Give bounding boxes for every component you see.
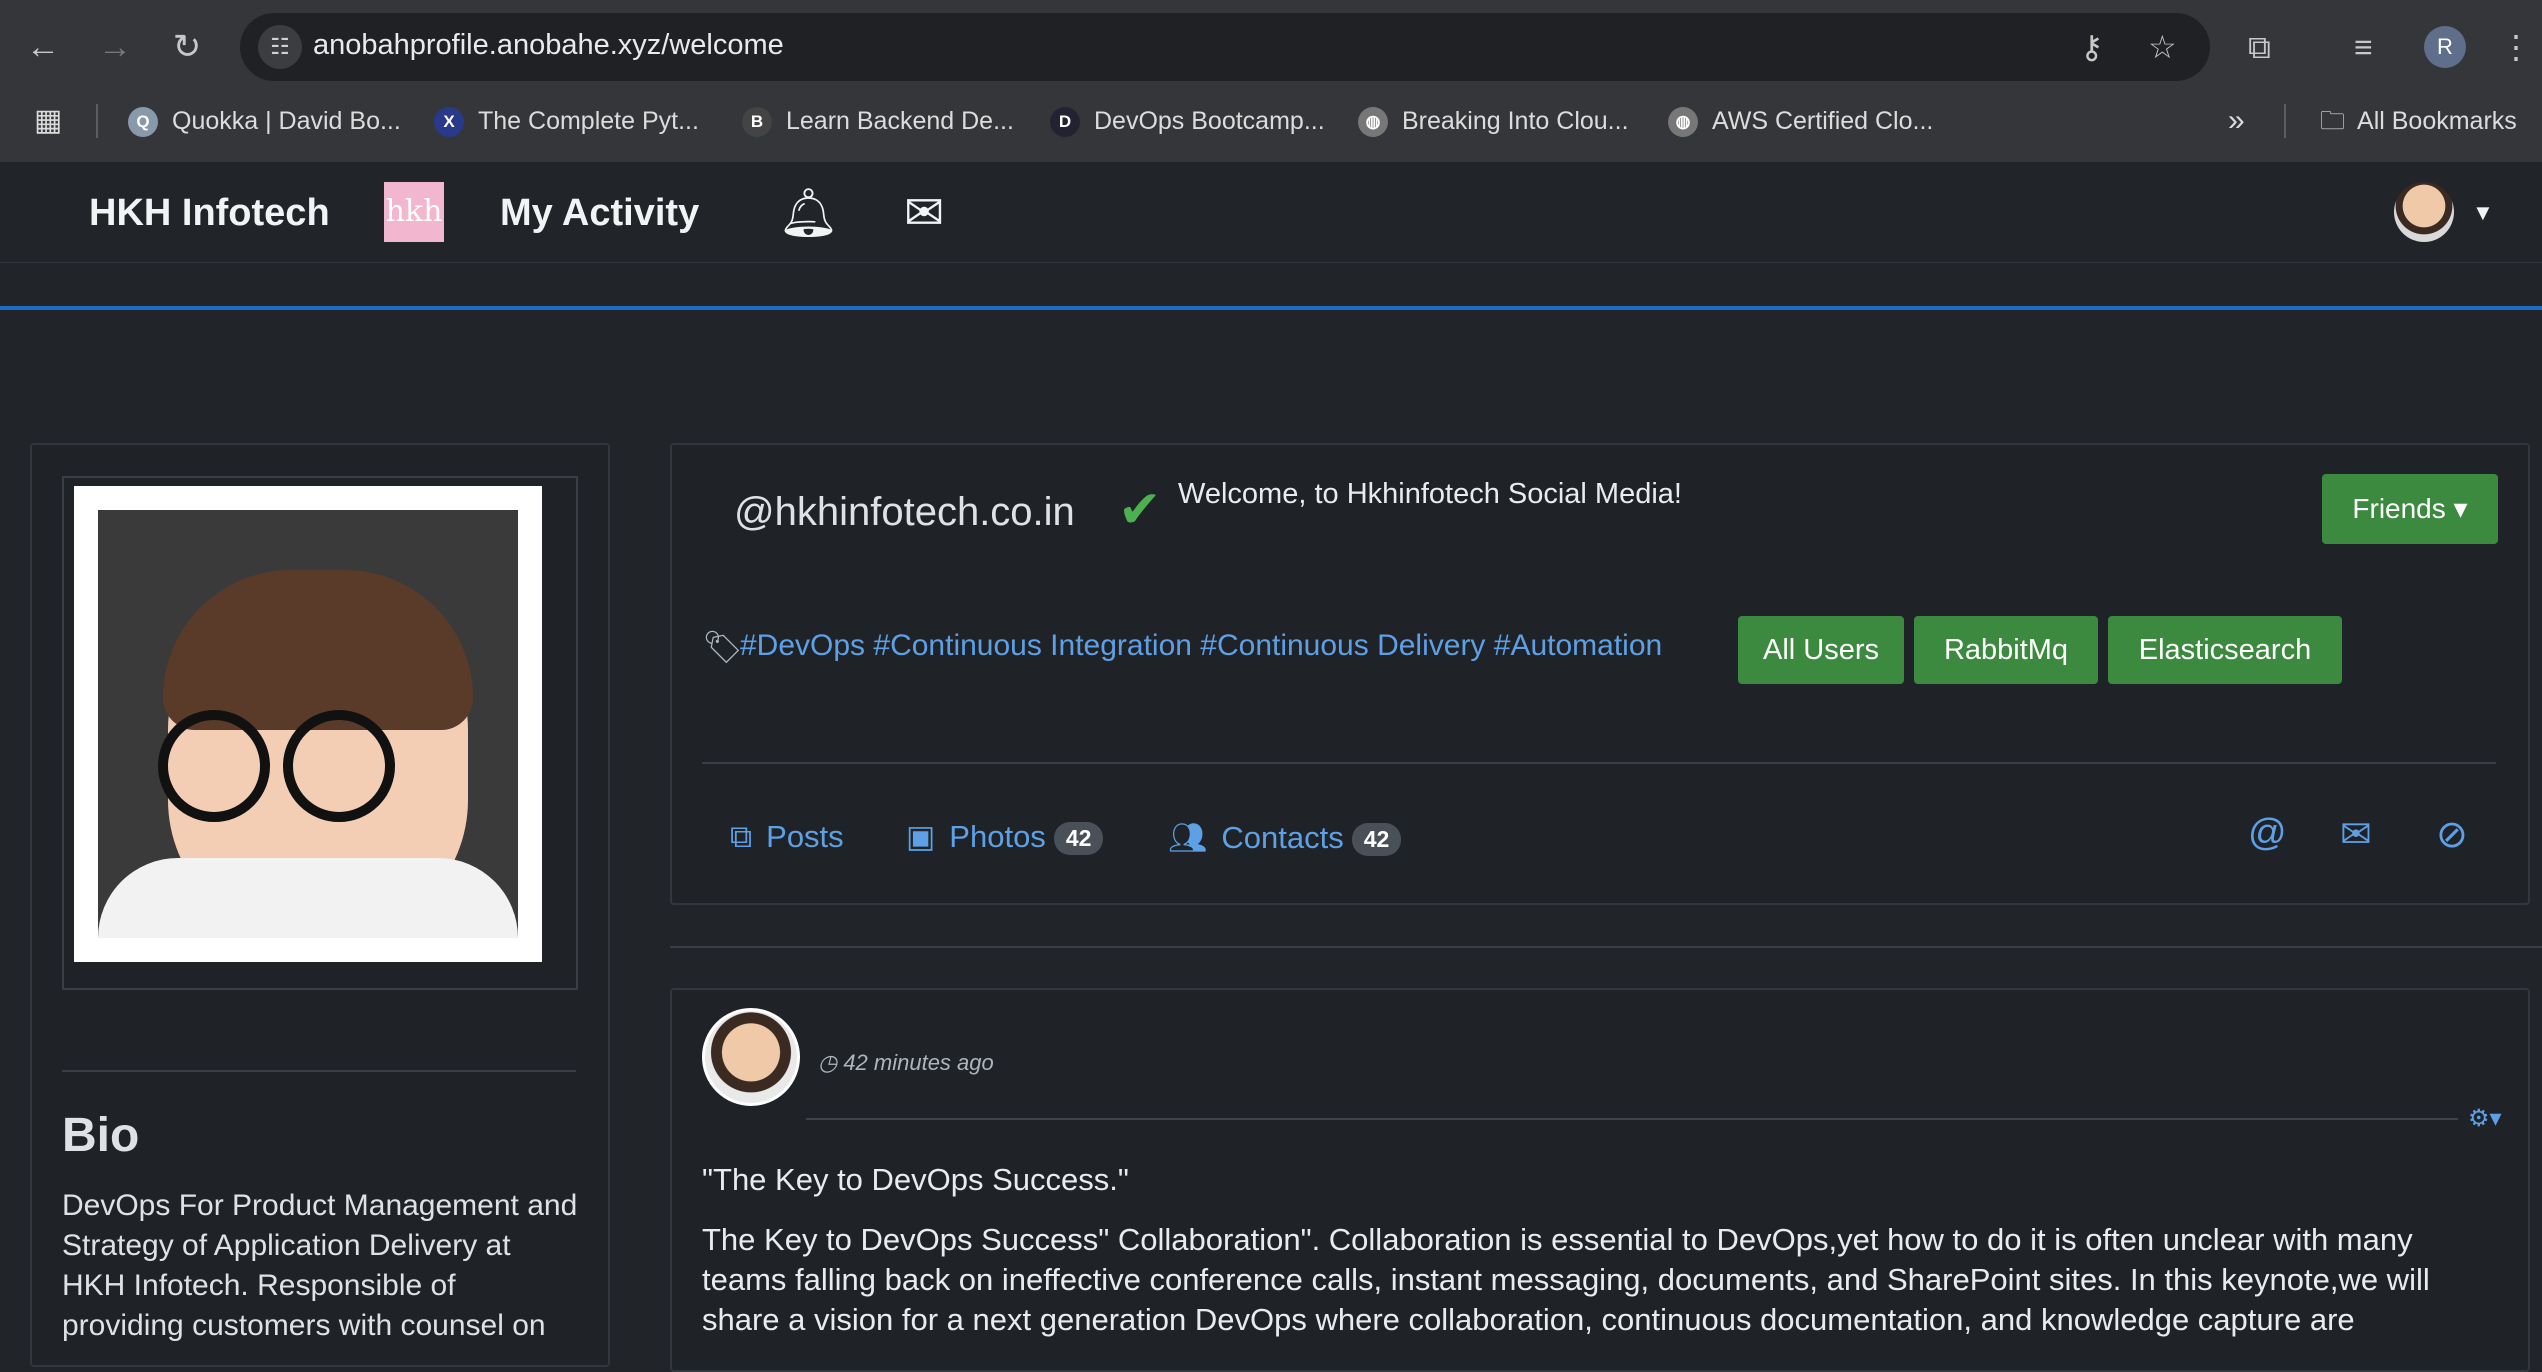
more-bookmarks-button[interactable]: » <box>2228 104 2245 138</box>
profile-handle: @hkhinfotech.co.in <box>734 490 1075 534</box>
star-icon[interactable]: ☆ <box>2148 31 2177 63</box>
users-icon: 👥︎ <box>1168 820 1208 855</box>
bookmark-item[interactable]: X The Complete Pyt... <box>434 104 699 138</box>
post-header-divider <box>806 1118 2458 1120</box>
bookmark-item[interactable]: B Learn Backend De... <box>742 104 1014 138</box>
tab-posts-label: Posts <box>766 819 844 854</box>
profile-photo[interactable] <box>74 486 542 962</box>
bookmark-favicon-icon: X <box>434 107 464 138</box>
post-body: The Key to DevOps Success" Collaboration… <box>702 1222 2430 1337</box>
bookmark-item[interactable]: Q Quokka | David Bo... <box>128 104 401 138</box>
tab-photos[interactable]: ▣ Photos 42 <box>906 819 1104 856</box>
url-text[interactable]: anobahprofile.anobahe.xyz/welcome <box>313 29 784 62</box>
contacts-count-badge: 42 <box>1351 823 1402 857</box>
bookmark-label: Learn Backend De... <box>786 107 1014 135</box>
section-divider <box>670 946 2542 948</box>
all-users-button[interactable]: All Users <box>1738 616 1904 684</box>
header-divider <box>702 762 2496 764</box>
profile-photo-frame <box>62 476 578 990</box>
tab-contacts-label: Contacts <box>1221 820 1344 855</box>
friends-dropdown-button[interactable]: Friends ▾ <box>2322 474 2498 544</box>
my-activity-link[interactable]: My Activity <box>500 192 699 235</box>
bookmark-favicon-icon: B <box>742 107 772 138</box>
folder-icon: 🗀 <box>2320 107 2346 135</box>
bookmark-label: AWS Certified Clo... <box>1712 107 1934 135</box>
site-navbar: HKH Infotech hkh My Activity 🔔︎ ✉ ▼ <box>0 162 2542 310</box>
site-info-icon[interactable]: ☷ <box>258 25 302 69</box>
profile-avatar[interactable]: R <box>2424 26 2466 68</box>
menu-icon[interactable]: ⋮ <box>2500 24 2532 70</box>
bookmark-label: Breaking Into Clou... <box>1402 107 1629 135</box>
site-logo[interactable]: hkh <box>384 182 444 242</box>
hashtag-list[interactable]: #DevOps #Continuous Integration #Continu… <box>740 629 1662 663</box>
gear-icon[interactable]: ⚙▾ <box>2468 1104 2502 1133</box>
verified-check-icon: ✔ <box>1118 481 1162 539</box>
block-icon[interactable]: ⊘ <box>2436 812 2468 857</box>
all-bookmarks-button[interactable]: 🗀 All Bookmarks <box>2320 104 2517 138</box>
bookmark-label: Quokka | David Bo... <box>172 107 401 135</box>
key-icon[interactable]: ⚷ <box>2080 31 2103 63</box>
post-author-avatar[interactable] <box>702 1008 800 1106</box>
media-icon[interactable]: ≡ <box>2354 24 2373 70</box>
envelope-icon[interactable]: ✉ <box>904 184 944 244</box>
user-avatar[interactable] <box>2394 182 2454 242</box>
bio-heading: Bio <box>62 1109 140 1162</box>
navbar-divider <box>0 262 2542 263</box>
post-title: "The Key to DevOps Success." <box>702 1162 1129 1197</box>
elasticsearch-button[interactable]: Elasticsearch <box>2108 616 2342 684</box>
brand-link[interactable]: HKH Infotech <box>89 192 330 235</box>
bookmark-separator <box>2284 104 2286 138</box>
tab-posts[interactable]: ⧉ Posts <box>730 819 844 856</box>
back-icon[interactable]: ← <box>20 24 66 70</box>
image-icon: ▣ <box>906 819 936 854</box>
forward-icon[interactable]: → <box>92 24 138 70</box>
bookmark-label: DevOps Bootcamp... <box>1094 107 1325 135</box>
bookmark-label: The Complete Pyt... <box>478 107 699 135</box>
bookmark-item[interactable]: ◍ AWS Certified Clo... <box>1668 104 1933 138</box>
bookmark-favicon-icon: Q <box>128 107 158 138</box>
posts-icon: ⧉ <box>730 819 753 854</box>
extensions-icon[interactable]: ⧉ <box>2248 24 2271 70</box>
globe-icon: ◍ <box>1358 107 1388 138</box>
photos-count-badge: 42 <box>1053 822 1104 856</box>
rabbitmq-button[interactable]: RabbitMq <box>1914 616 2098 684</box>
clock-icon: ◷ <box>818 1050 844 1075</box>
apps-icon[interactable]: ▦ <box>34 104 62 138</box>
bookmarks-bar: ▦ Q Quokka | David Bo... X The Complete Py… <box>0 94 2542 148</box>
profile-divider <box>62 1070 576 1072</box>
message-icon[interactable]: ✉ <box>2340 812 2372 857</box>
bookmark-separator <box>96 104 98 138</box>
tab-contacts[interactable]: 👥︎ Contacts 42 <box>1168 819 1402 857</box>
post-timestamp: ◷ 42 minutes ago <box>818 1050 994 1076</box>
bookmark-item[interactable]: D DevOps Bootcamp... <box>1050 104 1325 138</box>
bell-icon[interactable]: 🔔︎ <box>778 184 839 244</box>
bookmark-item[interactable]: ◍ Breaking Into Clou... <box>1358 104 1629 138</box>
bio-text: DevOps For Product Management and Strate… <box>62 1189 578 1342</box>
all-bookmarks-label: All Bookmarks <box>2357 107 2517 135</box>
welcome-message: Welcome, to Hkhinfotech Social Media! <box>1178 478 1682 510</box>
post-time-text: 42 minutes ago <box>843 1050 994 1075</box>
reload-icon[interactable]: ↻ <box>164 24 210 70</box>
address-bar[interactable]: ☷ anobahprofile.anobahe.xyz/welcome ⚷ ☆ <box>240 13 2210 81</box>
globe-icon: ◍ <box>1668 107 1698 138</box>
mention-icon[interactable]: @ <box>2248 812 2287 855</box>
browser-chrome: ← → ↻ ☷ anobahprofile.anobahe.xyz/welcom… <box>0 0 2542 162</box>
chevron-down-icon[interactable]: ▼ <box>2472 200 2494 226</box>
bookmark-favicon-icon: D <box>1050 107 1080 138</box>
tags-icon: 🏷︎ <box>702 629 743 665</box>
tab-photos-label: Photos <box>949 819 1046 854</box>
